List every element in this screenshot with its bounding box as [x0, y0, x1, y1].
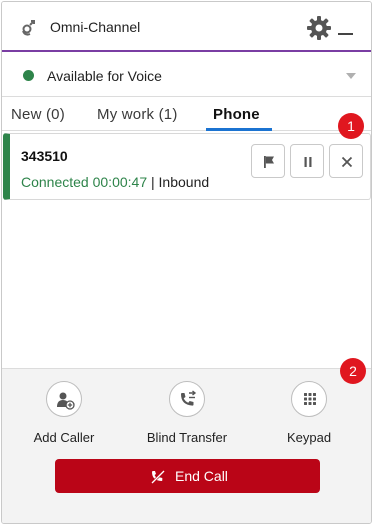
add-caller-label: Add Caller [33, 430, 95, 445]
flag-icon [264, 156, 274, 168]
active-tab-indicator [206, 128, 272, 131]
status-indicator [23, 70, 34, 81]
tab-bar: New (0) My work (1) Phone [2, 98, 371, 131]
add-caller-button[interactable]: Add Caller [9, 381, 119, 445]
keypad-icon [304, 393, 316, 405]
panel-title: Omni-Channel [50, 19, 141, 35]
end-call-label: End Call [175, 468, 228, 484]
tab-phone[interactable]: Phone [213, 106, 260, 123]
blind-transfer-label: Blind Transfer [146, 430, 228, 445]
call-number: 343510 [21, 148, 68, 164]
call-controls: Add Caller Blind Transfer Keypad End Cal… [2, 368, 371, 523]
close-button[interactable] [329, 144, 363, 178]
call-connection-status: Connected [21, 174, 89, 190]
omni-channel-icon [22, 20, 35, 36]
status-label: Available for Voice [47, 68, 162, 84]
pause-icon [304, 157, 312, 167]
minimize-button[interactable] [338, 33, 353, 35]
tab-my-work[interactable]: My work (1) [97, 106, 178, 123]
flag-button[interactable] [251, 144, 285, 178]
keypad-button[interactable]: Keypad [254, 381, 364, 445]
tab-new[interactable]: New (0) [11, 106, 65, 123]
add-caller-icon [57, 392, 75, 410]
work-item-card[interactable]: 343510 Connected 00:00:47 | Inbound [3, 133, 371, 200]
blind-transfer-circle[interactable] [169, 381, 205, 417]
panel-header: Omni-Channel [2, 2, 371, 52]
end-call-button[interactable]: End Call [55, 459, 320, 493]
close-icon [341, 156, 353, 168]
callout-badge-1: 1 [338, 113, 364, 139]
keypad-circle[interactable] [291, 381, 327, 417]
transfer-icon [181, 390, 197, 406]
pause-button[interactable] [290, 144, 324, 178]
blind-transfer-button[interactable]: Blind Transfer [132, 381, 242, 445]
call-direction: Inbound [158, 174, 210, 190]
call-duration: 00:00:47 [92, 174, 148, 190]
keypad-label: Keypad [286, 430, 332, 445]
gear-icon[interactable] [306, 15, 332, 41]
callout-badge-2: 2 [340, 358, 366, 384]
end-call-icon [151, 470, 165, 484]
status-separator: | [151, 174, 155, 190]
phone-tab-content [2, 201, 371, 367]
chevron-down-icon[interactable] [346, 73, 356, 79]
omni-channel-panel: Omni-Channel Available for Voice New (0)… [1, 1, 372, 524]
add-caller-circle[interactable] [46, 381, 82, 417]
presence-status-dropdown[interactable]: Available for Voice [2, 53, 371, 97]
call-status-line: Connected 00:00:47 | Inbound [21, 174, 209, 190]
